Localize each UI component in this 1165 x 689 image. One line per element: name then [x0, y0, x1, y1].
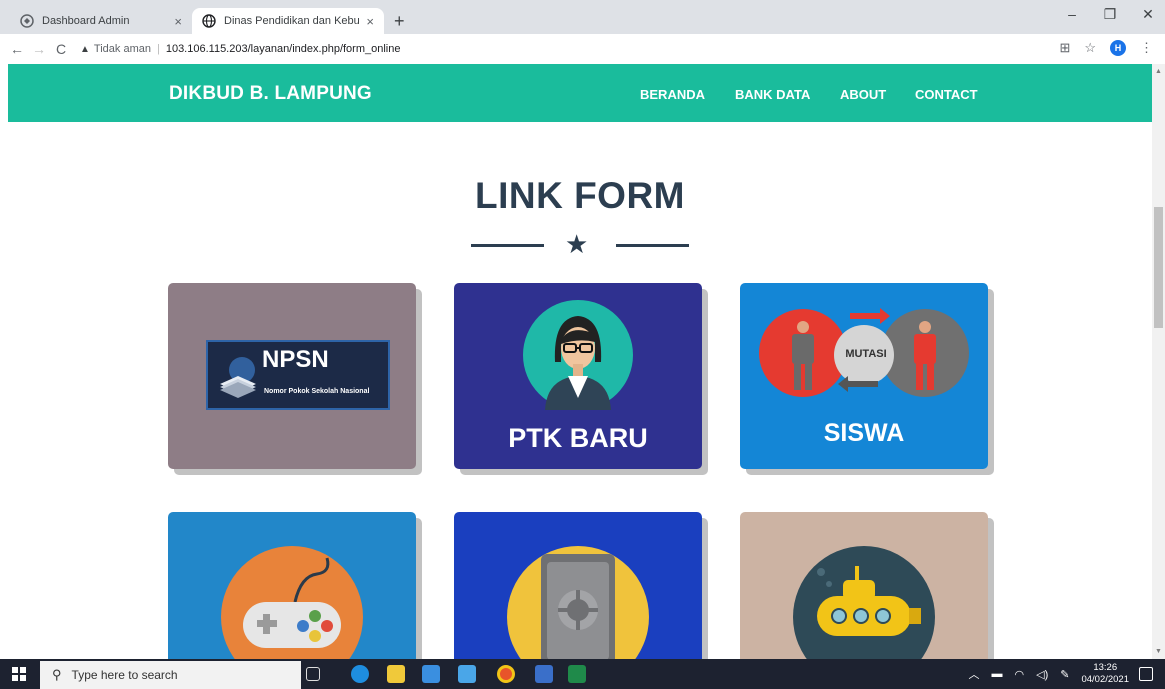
menu-kebab-icon[interactable]: ⋮ — [1140, 40, 1153, 56]
card-game[interactable] — [168, 512, 416, 659]
nav-link-beranda[interactable]: BERANDA — [640, 87, 705, 102]
taskbar-search-input[interactable]: ⚲ Type here to search — [40, 661, 301, 689]
clock-time: 13:26 — [1093, 662, 1118, 673]
page-content: LINK FORM ★ NPSN Nomor Pokok Sekolah Nas… — [8, 122, 1152, 659]
divider-line-right — [616, 244, 689, 247]
address-bar: ← → C ▲ Tidak aman | 103.106.115.203/lay… — [0, 34, 1165, 64]
site-navbar: DIKBUD B. LAMPUNG BERANDA BANK DATA ABOU… — [8, 64, 1152, 122]
battery-icon[interactable]: ▬ — [992, 668, 1003, 680]
profile-avatar[interactable]: H — [1110, 40, 1126, 56]
card-submarine[interactable] — [740, 512, 988, 659]
close-tab-icon[interactable]: × — [366, 14, 374, 29]
page-scrollbar[interactable]: ▲ ▼ — [1152, 64, 1165, 659]
scrollbar-thumb[interactable] — [1154, 207, 1163, 328]
tab-title: Dinas Pendidikan dan Kebudayaan — [224, 15, 360, 27]
book-globe-icon — [220, 357, 256, 398]
chrome-icon[interactable] — [497, 665, 515, 683]
nav-link-bank-data[interactable]: BANK DATA — [735, 87, 810, 102]
browser-tab-strip: Dashboard Admin × Dinas Pendidikan dan K… — [0, 0, 1165, 34]
toolbar-right: ⊞ ☆ H ⋮ — [1059, 40, 1153, 56]
tab-dinas-pendidikan[interactable]: Dinas Pendidikan dan Kebudayaan × — [192, 8, 384, 34]
omnibox-separator: | — [156, 43, 160, 55]
file-explorer-icon[interactable] — [387, 665, 405, 683]
store-icon[interactable] — [422, 665, 440, 683]
pen-icon[interactable]: ✎ — [1060, 668, 1069, 681]
tab-dashboard-admin[interactable]: Dashboard Admin × — [10, 8, 192, 34]
mutasi-badge: MUTASI — [845, 348, 887, 360]
card-label-siswa: SISWA — [823, 419, 905, 447]
close-tab-icon[interactable]: × — [174, 14, 182, 29]
heading-divider: ★ — [471, 229, 689, 259]
notification-icon[interactable] — [1139, 667, 1153, 681]
windows-taskbar: ⚲ Type here to search ︿ ▬ ◠ ◁) ✎ 13:26 0… — [0, 659, 1165, 689]
wifi-icon[interactable]: ◠ — [1015, 668, 1025, 681]
edge-icon[interactable] — [351, 665, 369, 683]
close-window-icon[interactable]: ✕ — [1139, 6, 1157, 23]
nav-link-about[interactable]: ABOUT — [840, 87, 886, 102]
clock-date: 04/02/2021 — [1081, 674, 1129, 685]
volume-icon[interactable]: ◁) — [1036, 668, 1048, 681]
gamepad-icon — [221, 546, 363, 659]
forward-icon[interactable]: → — [28, 41, 50, 57]
bookmark-star-icon[interactable]: ☆ — [1084, 40, 1096, 56]
new-tab-button[interactable]: + — [394, 11, 405, 32]
globe-icon — [202, 14, 216, 28]
card-npsn[interactable]: NPSN Nomor Pokok Sekolah Nasional — [168, 283, 416, 469]
back-icon[interactable]: ← — [6, 41, 28, 57]
search-placeholder: Type here to search — [71, 668, 178, 682]
card-mutasi-siswa[interactable]: MUTASI SISWA — [740, 283, 988, 469]
page-title: LINK FORM — [474, 175, 686, 216]
mail-icon[interactable] — [458, 665, 476, 683]
word-app-icon[interactable] — [535, 665, 553, 683]
card-label-ptk-baru: PTK BARU — [508, 423, 648, 453]
submarine-icon — [793, 546, 935, 659]
minimize-icon[interactable]: – — [1063, 6, 1081, 23]
translate-icon[interactable]: ⊞ — [1059, 40, 1070, 56]
star-icon: ★ — [565, 229, 589, 259]
task-view-icon[interactable] — [306, 667, 320, 681]
divider-line-left — [471, 244, 544, 247]
npsn-title: NPSN — [262, 346, 329, 373]
card-ptk-baru[interactable]: PTK BARU — [454, 283, 702, 469]
npsn-logo: NPSN Nomor Pokok Sekolah Nasional — [206, 340, 390, 410]
tray-chevron-icon[interactable]: ︿ — [969, 666, 980, 682]
tab-title: Dashboard Admin — [42, 15, 130, 27]
reload-icon[interactable]: C — [50, 41, 72, 57]
scroll-down-icon[interactable]: ▼ — [1155, 648, 1162, 655]
search-icon: ⚲ — [52, 667, 62, 682]
maximize-icon[interactable]: ❐ — [1101, 6, 1119, 23]
excel-app-icon[interactable] — [568, 665, 586, 683]
globe-icon — [20, 14, 34, 28]
nav-link-contact[interactable]: CONTACT — [915, 87, 978, 102]
card-safe[interactable] — [454, 512, 702, 659]
system-tray: ︿ ▬ ◠ ◁) ✎ 13:26 04/02/2021 — [969, 659, 1130, 689]
windows-start-icon[interactable] — [12, 667, 26, 681]
warning-icon[interactable]: ▲ — [80, 44, 90, 55]
url-field[interactable]: ▲ Tidak aman | 103.106.115.203/layanan/i… — [80, 43, 400, 55]
security-label: Tidak aman — [93, 43, 151, 55]
taskbar-clock[interactable]: 13:26 04/02/2021 — [1081, 662, 1129, 686]
window-controls: – ❐ ✕ — [1063, 6, 1157, 23]
site-brand[interactable]: DIKBUD B. LAMPUNG — [169, 83, 372, 105]
safe-icon — [507, 546, 649, 659]
url-text: 103.106.115.203/layanan/index.php/form_o… — [165, 43, 401, 55]
teacher-avatar-icon — [523, 300, 633, 410]
scroll-up-icon[interactable]: ▲ — [1155, 68, 1162, 75]
npsn-subtitle: Nomor Pokok Sekolah Nasional — [264, 388, 370, 395]
